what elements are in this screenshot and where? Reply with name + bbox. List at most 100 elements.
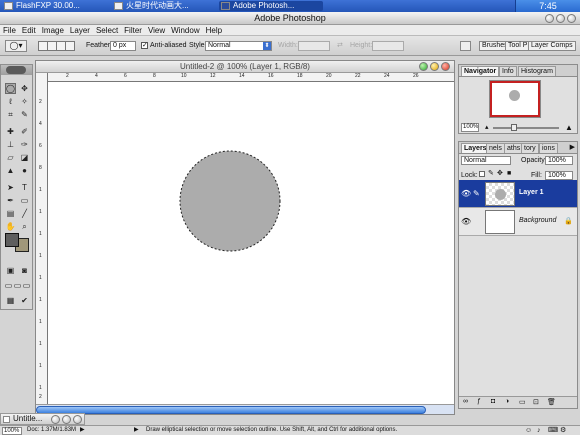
close-window-button[interactable] [441,62,450,71]
minimize-window-button[interactable] [430,62,439,71]
tab-navigator[interactable]: Navigator [461,66,500,76]
taskbar-item-browser[interactable]: 火星时代动画大... [112,1,216,11]
file-browser-icon[interactable] [460,41,471,51]
menu-window[interactable]: Window [168,25,202,36]
status-zoom-input[interactable]: 100% [2,427,22,435]
brush-tool-icon[interactable]: ✐ [19,126,30,137]
jump-to-imageready-icon[interactable]: ✔ [19,295,30,306]
menu-view[interactable]: View [145,25,168,36]
elliptical-selection-circle[interactable] [179,150,281,252]
delete-layer-icon[interactable]: 🗑 [547,398,556,406]
close-button[interactable] [567,14,576,23]
minimize-button[interactable] [545,14,554,23]
tab-histogram[interactable]: Histogram [518,66,556,76]
antialias-checkbox[interactable]: ✓ [141,42,148,49]
tab-info[interactable]: Info [499,66,517,76]
layer-row-background[interactable]: 👁 Background 🔒 [459,208,577,236]
document-title: Untitled-2 @ 100% (Layer 1, RGB/8) [180,62,310,71]
zoom-out-icon[interactable]: ▴ [485,124,489,131]
slice-tool-icon[interactable]: ✎ [19,109,30,120]
new-group-icon[interactable]: ▭ [519,398,526,406]
menu-image[interactable]: Image [39,25,67,36]
magic-wand-tool-icon[interactable]: ✧ [19,96,30,107]
type-tool-icon[interactable]: T [19,182,30,193]
fill-input[interactable]: 100% [545,171,573,180]
minimized-close-button[interactable] [73,415,82,424]
minimized-minimize-button[interactable] [62,415,71,424]
swap-icon[interactable]: ⇄ [337,42,343,50]
link-layers-icon[interactable]: ∞ [463,398,468,405]
paint-bucket-tool-icon[interactable]: ◪ [19,152,30,163]
move-tool-icon[interactable]: ✥ [19,83,30,94]
elliptical-marquee-tool-icon[interactable]: ◯ [5,83,16,94]
tab-channels[interactable]: nels [486,143,505,153]
ruler-label: 6 [124,73,127,79]
new-layer-icon[interactable]: ⊡ [533,398,539,406]
tab-history[interactable]: tory [521,143,539,153]
standard-mode-icon[interactable]: ▣ [5,265,16,276]
blur-tool-icon[interactable]: ▲ [5,165,16,176]
layer-row-layer-1[interactable]: 👁 ✎ Layer 1 [459,180,577,208]
canvas[interactable] [49,83,454,404]
menu-help[interactable]: Help [203,25,225,36]
tool-preset-picker[interactable]: ◯▾ [5,40,27,52]
panel-menu-icon[interactable]: ▶ [570,144,575,152]
path-selection-tool-icon[interactable]: ➤ [5,182,16,193]
lock-position-icon[interactable]: ✥ [497,170,503,178]
zoom-slider-track[interactable] [493,127,559,129]
lasso-tool-icon[interactable]: ℓ [5,96,16,107]
zoom-in-icon[interactable]: ▲ [565,124,573,132]
full-screen-mode-icon[interactable]: ▭ [21,280,32,291]
minimized-zoom-button[interactable] [51,415,60,424]
menu-edit[interactable]: Edit [19,25,39,36]
brush-link-icon[interactable]: ✎ [473,189,480,198]
layer-mask-icon[interactable]: ◘ [491,398,495,405]
status-menu-arrow-icon[interactable]: ▶ [80,426,85,435]
clone-stamp-tool-icon[interactable]: ⊥ [5,139,16,150]
adjustment-layer-icon[interactable]: ◑ [505,398,509,405]
healing-brush-tool-icon[interactable]: ✚ [5,126,16,137]
menu-filter[interactable]: Filter [121,25,145,36]
intersect-selection-icon[interactable] [65,41,75,51]
eye-icon[interactable]: 👁 [461,189,471,199]
imageready-icon[interactable]: ▦ [5,295,16,306]
navigator-thumbnail[interactable] [489,80,541,118]
lock-all-icon[interactable]: ■ [507,170,511,178]
palette-tab-layer-comps[interactable]: Layer Comps [528,41,576,51]
lock-pixels-icon[interactable]: ✎ [488,170,494,178]
menu-layer[interactable]: Layer [67,25,93,36]
history-brush-tool-icon[interactable]: ✑ [19,139,30,150]
feather-input[interactable]: 0 px [110,41,136,51]
pen-tool-icon[interactable]: ✒ [5,195,16,206]
blend-mode-select[interactable]: Normal [461,156,511,165]
layer-style-icon[interactable]: ƒ [477,398,481,405]
eyedropper-tool-icon[interactable]: ╱ [19,208,30,219]
tab-actions[interactable]: ions [539,143,558,153]
menu-select[interactable]: Select [93,25,121,36]
width-input[interactable] [298,41,330,51]
navigator-zoom-input[interactable]: 100% [461,123,479,132]
shape-tool-icon[interactable]: ▭ [19,195,30,206]
horizontal-scrollbar[interactable] [36,404,454,414]
taskbar-item-photoshop[interactable]: Adobe Photosh... [219,1,323,11]
height-input[interactable] [372,41,404,51]
opacity-input[interactable]: 100% [545,156,573,165]
dodge-tool-icon[interactable]: ● [19,165,30,176]
quick-mask-mode-icon[interactable]: ◙ [19,265,30,276]
style-select[interactable]: Normal ⬍ [205,41,272,51]
scrollbar-thumb[interactable] [36,406,426,414]
minimized-document-tab[interactable]: Untitle... [0,413,85,425]
zoom-slider-handle[interactable] [511,124,517,131]
menu-file[interactable]: File [0,25,19,36]
zoom-tool-icon[interactable]: ⌕ [19,221,30,232]
eraser-tool-icon[interactable]: ▱ [5,152,16,163]
eye-icon[interactable]: 👁 [461,217,471,227]
lock-transparency-icon[interactable] [479,171,485,177]
hand-tool-icon[interactable]: ✋ [5,221,16,232]
foreground-color-swatch[interactable] [5,233,19,247]
maximize-button[interactable] [556,14,565,23]
zoom-window-button[interactable] [419,62,428,71]
crop-tool-icon[interactable]: ⌗ [5,109,16,120]
taskbar-item-flashfxp[interactable]: FlashFXP 30.00... [2,1,110,11]
notes-tool-icon[interactable]: ▤ [5,208,16,219]
